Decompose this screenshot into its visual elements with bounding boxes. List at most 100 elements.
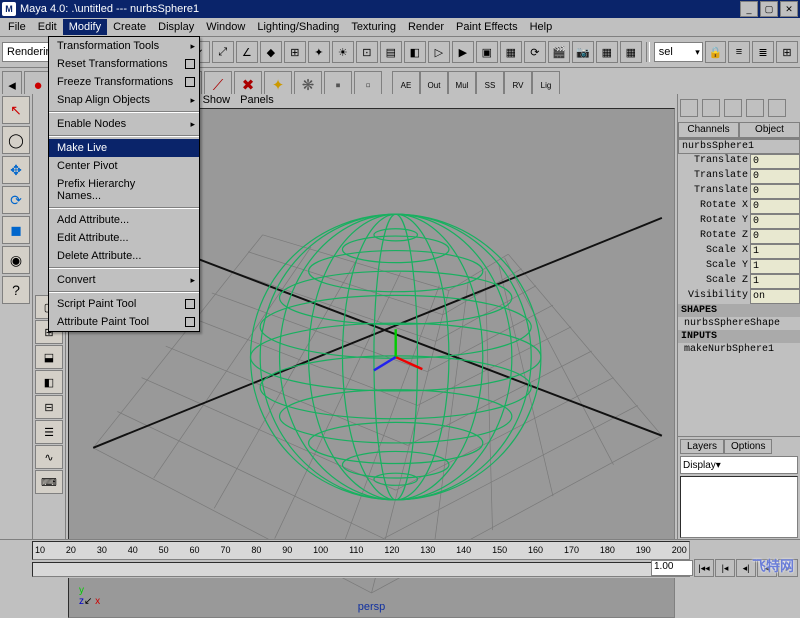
toolbar-btn-7[interactable]: ◆: [260, 41, 282, 63]
time-track[interactable]: 1020304050607080901001101201301401501601…: [32, 541, 690, 560]
menu-edit[interactable]: Edit: [32, 19, 63, 35]
last-tool[interactable]: ?: [2, 276, 30, 304]
scale-tool[interactable]: ◼: [2, 216, 30, 244]
toolbar-btn-21[interactable]: ▦: [596, 41, 618, 63]
attr-value[interactable]: 0: [750, 169, 800, 184]
shape-node[interactable]: nurbsSphereShape: [678, 317, 800, 330]
toolbar-btn-18[interactable]: ⟳: [524, 41, 546, 63]
current-frame-field[interactable]: 1.00: [651, 560, 693, 576]
menu-item-make-live[interactable]: Make Live: [49, 139, 199, 157]
layer-list[interactable]: [680, 476, 798, 538]
attr-value[interactable]: 0: [750, 154, 800, 169]
menu-help[interactable]: Help: [524, 19, 559, 35]
menu-item-delete-attribute---[interactable]: Delete Attribute...: [49, 247, 199, 265]
toolbar-btn-8[interactable]: ⊞: [284, 41, 306, 63]
layer-mode-combo[interactable]: Display ▾: [680, 456, 798, 474]
select-tool[interactable]: ↖: [2, 96, 30, 124]
toolbar-btn-13[interactable]: ◧: [404, 41, 426, 63]
vp-menu-show[interactable]: Show: [203, 94, 231, 106]
tab-layers[interactable]: Layers: [680, 439, 724, 454]
menu-display[interactable]: Display: [152, 19, 200, 35]
menu-bar[interactable]: FileEditModifyCreateDisplayWindowLightin…: [0, 18, 800, 37]
menu-item-reset-transformations[interactable]: Reset Transformations: [49, 55, 199, 73]
layout-two-v[interactable]: ◧: [35, 370, 63, 394]
menu-item-enable-nodes[interactable]: Enable Nodes▸: [49, 115, 199, 133]
modify-menu-dropdown[interactable]: Transformation Tools▸Reset Transformatio…: [48, 36, 200, 332]
layout-three[interactable]: ⊟: [35, 395, 63, 419]
attr-value[interactable]: 1: [750, 274, 800, 289]
attr-value[interactable]: 0: [750, 184, 800, 199]
maximize-button[interactable]: ▢: [760, 1, 778, 17]
menu-item-prefix-hierarchy-names---[interactable]: Prefix Hierarchy Names...: [49, 175, 199, 205]
toolbar-btn-12[interactable]: ▤: [380, 41, 402, 63]
toolbar-btn-14[interactable]: ▷: [428, 41, 450, 63]
cb-icon-1[interactable]: [680, 99, 698, 117]
menu-item-transformation-tools[interactable]: Transformation Tools▸: [49, 37, 199, 55]
range-slider[interactable]: [32, 562, 690, 577]
menu-texturing[interactable]: Texturing: [345, 19, 402, 35]
step-back-button[interactable]: |◂: [715, 559, 735, 577]
toolbar-btn-20[interactable]: 📷: [572, 41, 594, 63]
vp-menu-panels[interactable]: Panels: [240, 94, 274, 106]
tab-object[interactable]: Object: [739, 122, 800, 138]
menu-item-center-pivot[interactable]: Center Pivot: [49, 157, 199, 175]
menu-window[interactable]: Window: [200, 19, 251, 35]
cb-icon-5[interactable]: [768, 99, 786, 117]
toolbar-btn-11[interactable]: ⊡: [356, 41, 378, 63]
minimize-button[interactable]: _: [740, 1, 758, 17]
toolbar-btn-6[interactable]: ∠: [236, 41, 258, 63]
toolbar-btn-5[interactable]: ⤢: [212, 41, 234, 63]
layout-script[interactable]: ⌨: [35, 470, 63, 494]
toolbar-btn-9[interactable]: ✦: [308, 41, 330, 63]
menu-item-attribute-paint-tool[interactable]: Attribute Paint Tool: [49, 313, 199, 331]
tab-channels[interactable]: Channels: [678, 122, 739, 138]
menu-modify[interactable]: Modify: [63, 19, 107, 35]
close-button[interactable]: ✕: [780, 1, 798, 17]
toolbar-btn-15[interactable]: ▶: [452, 41, 474, 63]
menu-item-script-paint-tool[interactable]: Script Paint Tool: [49, 295, 199, 313]
menu-item-edit-attribute---[interactable]: Edit Attribute...: [49, 229, 199, 247]
menu-file[interactable]: File: [2, 19, 32, 35]
cb-icon-4[interactable]: [746, 99, 764, 117]
attr-value[interactable]: 1: [750, 259, 800, 274]
move-tool[interactable]: ✥: [2, 156, 30, 184]
attr-row: Rotate Z0: [678, 229, 800, 244]
attr-row: Scale Y1: [678, 259, 800, 274]
layout-two-h[interactable]: ⬓: [35, 345, 63, 369]
input-node[interactable]: makeNurbSphere1: [678, 343, 800, 356]
attr-value[interactable]: on: [750, 289, 800, 304]
tab-options[interactable]: Options: [724, 439, 772, 454]
toolbar-btn-17[interactable]: ▦: [500, 41, 522, 63]
show-manip-tool[interactable]: ◉: [2, 246, 30, 274]
menu-item-snap-align-objects[interactable]: Snap Align Objects▸: [49, 91, 199, 109]
menu-create[interactable]: Create: [107, 19, 152, 35]
cb-icon-3[interactable]: [724, 99, 742, 117]
attr-value[interactable]: 1: [750, 244, 800, 259]
attr-row: Translate0: [678, 184, 800, 199]
toolbar-btn-16[interactable]: ▣: [476, 41, 498, 63]
rotate-tool[interactable]: ⟳: [2, 186, 30, 214]
menu-render[interactable]: Render: [402, 19, 450, 35]
menu-painteffects[interactable]: Paint Effects: [450, 19, 524, 35]
menu-item-add-attribute---[interactable]: Add Attribute...: [49, 211, 199, 229]
toolbar-btn-19[interactable]: 🎬: [548, 41, 570, 63]
layout-graph[interactable]: ∿: [35, 445, 63, 469]
attr-value[interactable]: 0: [750, 199, 800, 214]
toolbar-btn-22[interactable]: ▦: [620, 41, 642, 63]
rewind-button[interactable]: |◂◂: [694, 559, 714, 577]
lasso-tool[interactable]: ◯: [2, 126, 30, 154]
menu-item-freeze-transformations[interactable]: Freeze Transformations: [49, 73, 199, 91]
right-tool-3[interactable]: ⊞: [776, 41, 798, 63]
right-tool-2[interactable]: ≣: [752, 41, 774, 63]
toolbar-btn-10[interactable]: ☀: [332, 41, 354, 63]
menu-lightingshading[interactable]: Lighting/Shading: [251, 19, 345, 35]
sel-combo[interactable]: sel: [654, 42, 703, 62]
attr-value[interactable]: 0: [750, 214, 800, 229]
node-name[interactable]: nurbsSphere1: [678, 139, 800, 154]
cb-icon-2[interactable]: [702, 99, 720, 117]
attr-value[interactable]: 0: [750, 229, 800, 244]
sel-lock-icon[interactable]: 🔒: [705, 41, 726, 63]
layout-outliner[interactable]: ☰: [35, 420, 63, 444]
menu-item-convert[interactable]: Convert▸: [49, 271, 199, 289]
right-tool-1[interactable]: ≡: [728, 41, 750, 63]
